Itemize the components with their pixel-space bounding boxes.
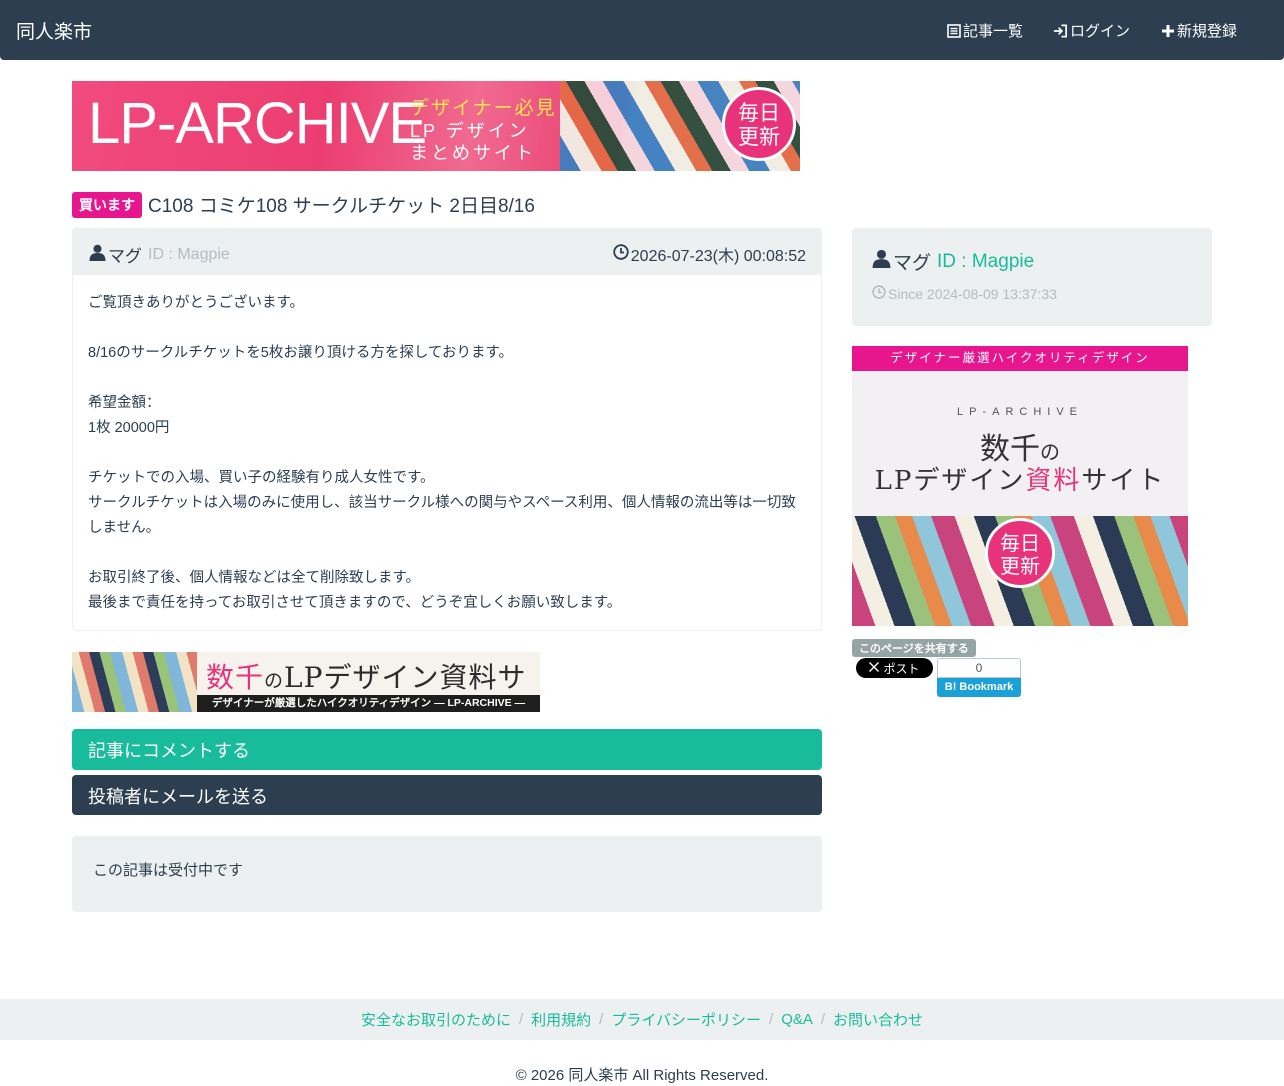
nav-login[interactable]: ログイン — [1053, 20, 1130, 41]
sidebar-profile: マグ ID : Magpie Since 2024-08-09 13:37:33 — [852, 228, 1212, 326]
footer-link-faq[interactable]: Q&A — [781, 1011, 813, 1028]
nav-register[interactable]: 新規登録 — [1160, 20, 1237, 41]
nav-article-list[interactable]: 記事一覧 — [946, 20, 1023, 41]
post-author[interactable]: マグ ID : Magpie — [89, 242, 230, 267]
sidebar-ad-big2a: LPデザイン — [874, 466, 1026, 496]
hatena-bookmark-count: 0 — [937, 658, 1021, 678]
post-title: C108 コミケ108 サークルチケット 2日目8/16 — [148, 196, 535, 217]
lp-archive-banner-ad[interactable]: LP-ARCHIVE デザイナー必見 LP デザイン まとめサイト 毎日 更新 — [72, 81, 800, 171]
sidebar-user-name: マグ — [893, 253, 932, 274]
banner-logo-text: LP-ARCHIVE — [88, 91, 427, 156]
headline-part-b: の — [264, 670, 285, 692]
top-navbar: 同人楽市 記事一覧 ログイン 新規登録 — [0, 0, 1284, 60]
clock-icon — [872, 285, 886, 302]
sidebar-ad-brand: LP-ARCHIVE — [956, 406, 1084, 418]
plus-icon — [1160, 23, 1175, 38]
badge-line-1: 毎日 — [1000, 531, 1040, 555]
footer-link-contact[interactable]: お問い合わせ — [833, 1009, 923, 1030]
buy-label-badge: 買います — [72, 191, 142, 218]
badge-line-2: 更新 — [738, 125, 780, 149]
post-status-text: この記事は受付中です — [93, 862, 244, 879]
post-panel-header: マグ ID : Magpie 2026-07-23(木) 00:08:52 — [73, 229, 821, 275]
sidebar-member-since: Since 2024-08-09 13:37:33 — [872, 285, 1057, 302]
footer-links: 安全なお取引のために / 利用規約 / プライバシーポリシー / Q&A / お… — [0, 999, 1284, 1040]
sidebar-user-id: ID : Magpie — [937, 250, 1035, 272]
post-title-row: 買います C108 コミケ108 サークルチケット 2日目8/16 — [72, 191, 535, 218]
post-body-line — [88, 541, 806, 566]
sidebar-lp-archive-ad[interactable]: デザイナー厳選ハイクオリティデザイン LP-ARCHIVE 数千の LPデザイン… — [852, 346, 1188, 626]
sidebar-since-text: Since 2024-08-09 13:37:33 — [888, 285, 1057, 302]
list-icon — [946, 23, 961, 38]
post-author-id: ID : Magpie — [148, 245, 230, 263]
post-body-line: 1枚 20000円 — [88, 420, 170, 436]
post-body-line: お取引終了後、個人情報などは全て削除致します。 — [88, 570, 421, 586]
post-body-line — [88, 441, 806, 466]
sidebar-ad-headline-2: LPデザイン資料サイト — [852, 460, 1188, 497]
sidebar-user[interactable]: マグ ID : Magpie — [872, 248, 1034, 275]
x-post-label: ポスト — [883, 661, 920, 676]
post-body-line: チケットでの入場、買い子の経験有り成人女性です。 — [88, 470, 435, 486]
login-icon — [1053, 23, 1068, 38]
x-post-button[interactable]: ポスト — [856, 658, 933, 678]
send-mail-button[interactable]: 投稿者にメールを送る — [72, 775, 822, 815]
headline-part-a: 数千 — [206, 661, 265, 694]
banner-daily-update-badge: 毎日 更新 — [722, 87, 796, 161]
post-body-line: ご覧頂きありがとうございます。 — [88, 295, 305, 311]
post-body-line — [88, 366, 806, 391]
clock-icon — [613, 243, 629, 265]
badge-line-2: 更新 — [1000, 554, 1040, 578]
site-brand[interactable]: 同人楽市 — [16, 17, 92, 44]
post-author-name: マグ — [108, 247, 142, 266]
post-body-line: 最後まで責任を持ってお取引させて頂きますので、どうぞ宜しくお願い致します。 — [88, 595, 622, 611]
post-body: ご覧頂きありがとうございます。 8/16のサークルチケットを5枚お譲り頂ける方を… — [73, 275, 821, 616]
footer-separator: / — [820, 1011, 826, 1028]
sidebar-ad-daily-badge: 毎日 更新 — [985, 518, 1055, 588]
post-panel: マグ ID : Magpie 2026-07-23(木) 00:08:52 ご覧… — [72, 228, 822, 631]
lp-design-banner-ad[interactable]: 数千のLPデザイン資料サイト デザイナーが厳選したハイクオリティデザイン ― L… — [72, 652, 540, 712]
post-body-line — [88, 316, 806, 341]
nav-article-list-label: 記事一覧 — [963, 23, 1024, 40]
post-date: 2026-07-23(木) 00:08:52 — [613, 242, 806, 266]
banner-tagline-3: まとめサイト — [410, 143, 536, 163]
footer-separator: / — [518, 1011, 524, 1028]
user-icon — [89, 244, 106, 266]
share-label: このページを共有する — [852, 639, 976, 657]
footer-link-safety[interactable]: 安全なお取引のために — [361, 1009, 511, 1030]
banner-mid-strip: デザイナーが厳選したハイクオリティデザイン ― LP-ARCHIVE ― — [197, 695, 540, 712]
comment-button[interactable]: 記事にコメントする — [72, 729, 822, 770]
footer-separator: / — [769, 1011, 774, 1028]
sidebar-ad-topbar: デザイナー厳選ハイクオリティデザイン — [852, 346, 1188, 371]
hatena-bookmark-button[interactable]: B! Bookmark — [937, 678, 1021, 697]
nav-login-label: ログイン — [1070, 23, 1131, 40]
post-body-line: 8/16のサークルチケットを5枚お譲り頂ける方を探しております。 — [88, 345, 514, 361]
post-status-well: この記事は受付中です — [72, 836, 822, 912]
user-icon — [872, 249, 891, 274]
footer-link-privacy[interactable]: プライバシーポリシー — [611, 1009, 761, 1030]
nav-register-label: 新規登録 — [1177, 23, 1238, 40]
post-body-line: サークルチケットは入場のみに使用し、該当サークル様への関与やスペース利用、個人情… — [88, 495, 796, 536]
footer-separator: / — [599, 1011, 604, 1028]
x-logo-icon — [869, 661, 880, 675]
badge-line-1: 毎日 — [738, 101, 780, 125]
footer-link-terms[interactable]: 利用規約 — [531, 1009, 591, 1030]
sidebar-ad-big2b: 資料 — [1025, 466, 1082, 496]
copyright: © 2026 同人楽市 All Rights Reserved. — [515, 1067, 769, 1084]
post-body-line: 希望金額： — [88, 395, 161, 411]
banner-thumbnails-image — [72, 652, 197, 712]
banner-tagline-1: デザイナー必見 — [410, 98, 557, 119]
sidebar-ad-big2c: サイト — [1081, 466, 1166, 496]
post-date-text: 2026-07-23(木) 00:08:52 — [630, 248, 806, 265]
